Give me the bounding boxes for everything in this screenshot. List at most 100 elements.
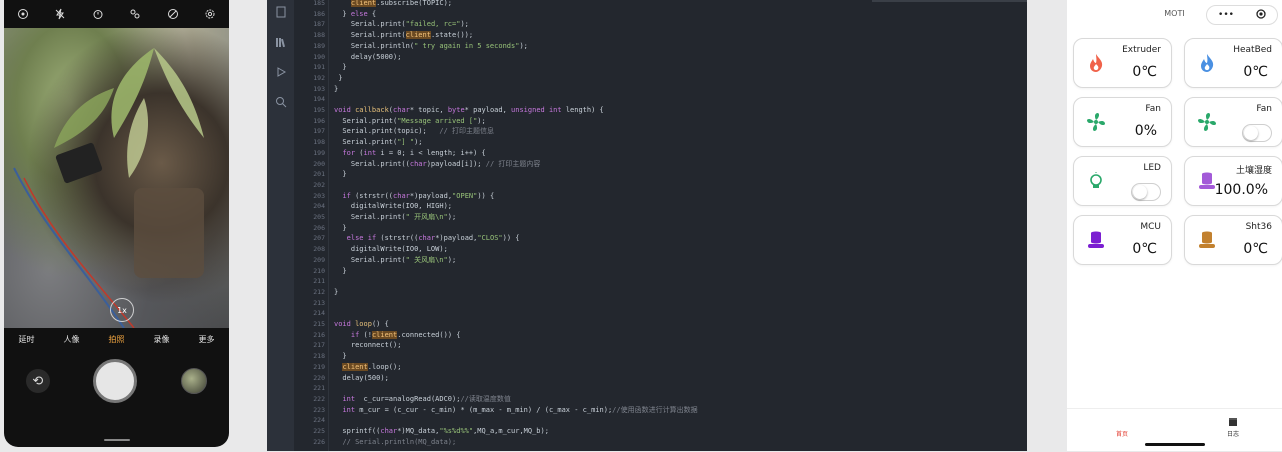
code-line[interactable]: }	[334, 73, 342, 83]
line-number: 198	[313, 138, 325, 147]
code-line[interactable]: }	[334, 62, 346, 72]
device-card[interactable]: 土壤湿度 100.0%	[1184, 156, 1282, 206]
code-line[interactable]: Serial.print((char)payload[i]); // 打印主题内…	[334, 159, 541, 169]
fan-icon	[1197, 112, 1217, 132]
code-line[interactable]: }	[334, 287, 338, 297]
line-number: 205	[313, 213, 325, 221]
code-line[interactable]: digitalWrite(IO0, LOW);	[334, 244, 448, 254]
flash-off-icon[interactable]	[51, 5, 69, 23]
line-number: 190	[313, 52, 325, 61]
code-line[interactable]: if (!client.connected()) {	[334, 330, 460, 340]
code-line[interactable]: }	[334, 266, 346, 276]
code-line[interactable]: int m_cur = (c_cur - c_min) * (m_max - m…	[334, 405, 697, 415]
gear-icon[interactable]	[201, 5, 219, 23]
mode-timelapse[interactable]: 延时	[19, 334, 35, 345]
device-toggle-switch[interactable]	[1131, 183, 1161, 201]
code-line[interactable]: Serial.print("] ");	[334, 137, 422, 147]
line-number: 200	[313, 159, 325, 168]
shutter-button[interactable]	[93, 359, 138, 403]
mode-photo[interactable]: 拍照	[109, 334, 125, 345]
code-line[interactable]: Serial.print("Message arrived [");	[334, 116, 485, 126]
device-card[interactable]: Fan 0%	[1073, 97, 1172, 147]
phone-home-indicator	[104, 439, 130, 441]
code-line[interactable]: client.loop();	[334, 362, 401, 372]
code-line[interactable]: void loop() {	[334, 319, 389, 329]
sensor-icon	[1197, 230, 1217, 250]
plant-scene-image	[13, 48, 204, 329]
code-line[interactable]: client.subscribe(TOPIC);	[334, 0, 452, 8]
line-number: 204	[313, 202, 325, 211]
code-text-area[interactable]: client.subscribe(TOPIC); } else { Serial…	[328, 0, 1027, 451]
code-line[interactable]: }	[334, 169, 346, 179]
code-line[interactable]: // Serial.println(MQ_data);	[334, 437, 456, 447]
device-card[interactable]: MCU 0℃	[1073, 215, 1172, 265]
camera-viewfinder: 1x	[4, 28, 229, 329]
line-number: 199	[313, 148, 325, 157]
search-icon[interactable]	[274, 96, 288, 110]
line-number: 219	[313, 362, 325, 371]
iot-mini-app: MOTI ••• Extruder 0℃ HeatBed 0℃ Fan 0% Fan LED 土…	[1067, 0, 1282, 451]
device-card-label: Sht36	[1245, 222, 1272, 232]
device-card[interactable]: Sht36 0℃	[1184, 215, 1282, 265]
code-line[interactable]: sprintf((char*)MQ_data,"%s%d%%",MQ_a,m_c…	[334, 426, 549, 436]
code-line[interactable]: Serial.print(topic); // 打印主题信息	[334, 126, 494, 136]
line-number: 221	[313, 384, 325, 393]
line-number: 216	[313, 330, 325, 339]
code-line[interactable]: delay(5000);	[334, 52, 402, 62]
code-line[interactable]: Serial.print(" 关风扇\n");	[334, 255, 456, 265]
filter-icon[interactable]	[126, 5, 144, 23]
code-line[interactable]: for (int i = 0; i < length; i++) {	[334, 148, 485, 158]
device-card[interactable]: HeatBed 0℃	[1184, 38, 1282, 88]
timer-icon[interactable]	[89, 5, 107, 23]
zoom-level-button[interactable]: 1x	[110, 298, 134, 322]
explorer-icon[interactable]	[274, 6, 288, 20]
code-line[interactable]: if (strstr((char*)payload,"OPEN")) {	[334, 191, 494, 201]
flame-icon	[1197, 53, 1217, 73]
line-number: 208	[313, 245, 325, 254]
code-line[interactable]: Serial.print("failed, rc=");	[334, 19, 469, 29]
code-line[interactable]: Serial.print(client.state());	[334, 30, 473, 40]
device-card-label: 土壤湿度	[1235, 166, 1272, 176]
device-toggle-switch[interactable]	[1242, 124, 1272, 142]
code-line[interactable]: } else {	[334, 9, 376, 19]
code-line[interactable]: else if (strstr((char*)payload,"CLOS")) …	[334, 233, 520, 243]
line-number: 209	[313, 255, 325, 264]
device-card[interactable]: Fan	[1184, 97, 1282, 147]
line-number: 196	[313, 116, 325, 125]
mode-more[interactable]: 更多	[199, 334, 215, 345]
code-line[interactable]: reconnect();	[334, 340, 402, 350]
line-number: 206	[313, 223, 325, 232]
mode-portrait[interactable]: 人像	[64, 334, 80, 345]
code-line[interactable]: Serial.println(" try again in 5 seconds"…	[334, 41, 528, 51]
tab-log[interactable]: 日志	[1213, 417, 1253, 438]
mode-video[interactable]: 录像	[154, 334, 170, 345]
line-number: 213	[313, 298, 325, 307]
device-card-value: 0℃	[1243, 64, 1268, 80]
phone-camera-view: 1x 延时 人像 拍照 录像 更多 ⟲	[4, 0, 229, 447]
line-number: 207	[313, 234, 325, 243]
tab-home[interactable]: 首页	[1102, 429, 1142, 438]
line-number: 185	[313, 0, 325, 7]
code-line[interactable]: delay(500);	[334, 373, 388, 383]
code-line[interactable]: }	[334, 223, 346, 233]
device-card[interactable]: LED	[1073, 156, 1172, 206]
effects-icon[interactable]	[164, 5, 182, 23]
close-target-icon[interactable]	[1256, 8, 1266, 22]
code-line[interactable]: Serial.print(" 开风扇\n");	[334, 212, 456, 222]
debug-icon[interactable]	[274, 66, 288, 80]
gallery-thumbnail[interactable]	[181, 368, 208, 394]
code-line[interactable]: }	[334, 84, 338, 94]
device-card[interactable]: Extruder 0℃	[1073, 38, 1172, 88]
line-number: 202	[313, 180, 325, 189]
code-line[interactable]: void callback(char* topic, byte* payload…	[334, 105, 604, 115]
line-number: 197	[313, 127, 325, 136]
code-line[interactable]: }	[334, 351, 346, 361]
switch-camera-icon[interactable]: ⟲	[25, 369, 50, 393]
library-icon[interactable]	[274, 36, 288, 50]
line-number: 186	[313, 9, 325, 18]
settings-mode-icon[interactable]	[14, 5, 32, 23]
code-line[interactable]: int c_cur=analogRead(ADC0);//读取温度数值	[334, 394, 510, 404]
line-number: 225	[313, 427, 325, 435]
code-line[interactable]: digitalWrite(IO0, HIGH);	[334, 201, 452, 211]
more-menu-icon[interactable]: •••	[1218, 10, 1234, 20]
